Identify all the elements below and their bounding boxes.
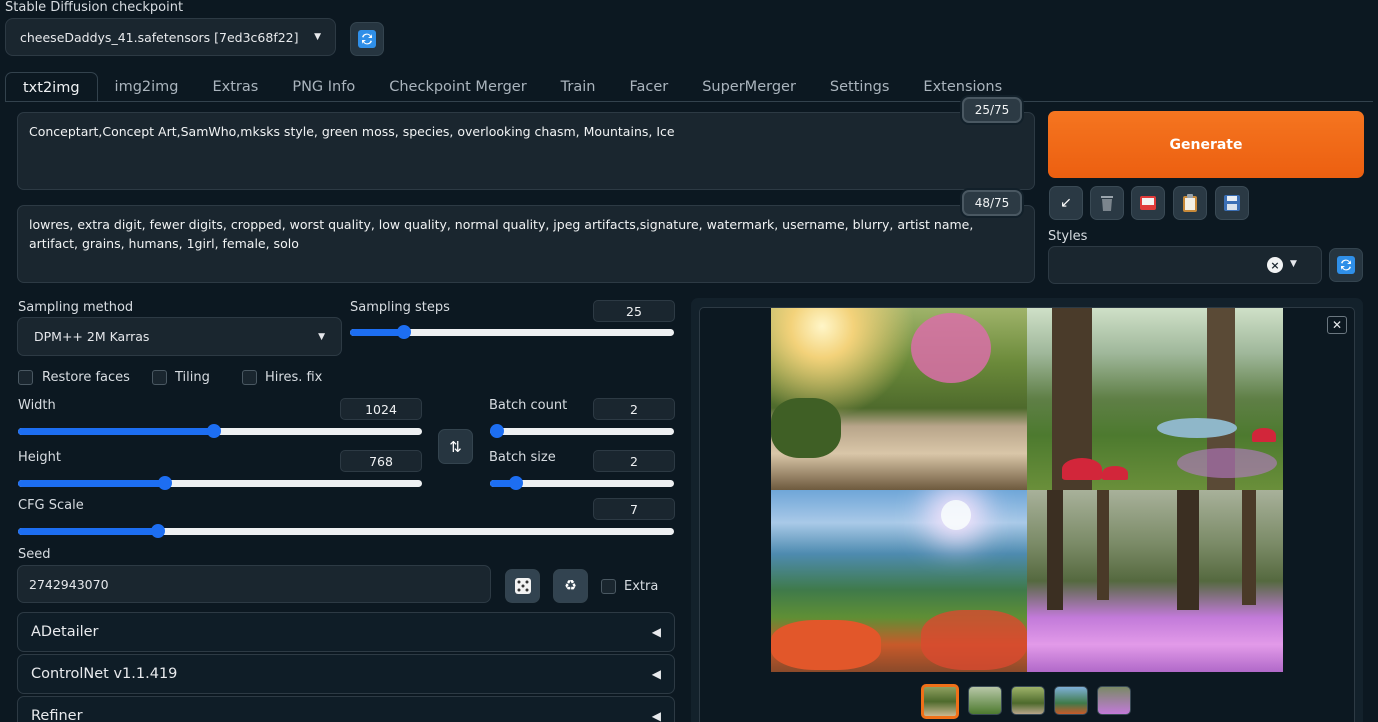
sampling-method-dropdown[interactable]: DPM++ 2M Karras ▼ xyxy=(17,317,342,356)
hires-fix-checkbox[interactable]: Hires. fix xyxy=(242,370,322,385)
cards-icon xyxy=(1140,196,1156,210)
tab-checkpoint-merger[interactable]: Checkpoint Merger xyxy=(372,72,543,102)
accordion-controlnet[interactable]: ControlNet v1.1.419 ◀ xyxy=(17,654,675,694)
trash-icon xyxy=(1101,196,1113,211)
extra-networks-button[interactable] xyxy=(1131,186,1165,220)
generate-button[interactable]: Generate xyxy=(1048,111,1364,178)
gallery-thumbnail[interactable] xyxy=(1097,686,1131,715)
batch-size-input[interactable]: 2 xyxy=(593,450,675,472)
accordion-refiner-label: Refiner xyxy=(31,708,83,722)
accordion-adetailer-label: ADetailer xyxy=(31,624,99,640)
tab-divider xyxy=(5,101,1373,102)
tab-png-info[interactable]: PNG Info xyxy=(275,72,372,102)
batch-count-slider[interactable] xyxy=(490,421,674,441)
accordion-adetailer[interactable]: ADetailer ◀ xyxy=(17,612,675,652)
tiling-checkbox[interactable]: Tiling xyxy=(152,370,210,385)
seed-input[interactable]: 2742943070 xyxy=(17,565,491,603)
reuse-seed-button[interactable]: ♻ xyxy=(553,569,588,603)
apply-style-button[interactable] xyxy=(1173,186,1207,220)
seed-label: Seed xyxy=(18,547,51,562)
cfg-scale-input[interactable]: 7 xyxy=(593,498,675,520)
gallery-image[interactable] xyxy=(1027,308,1283,490)
collapse-triangle-icon: ◀ xyxy=(651,667,661,681)
output-gallery: ✕ xyxy=(699,307,1355,722)
gallery-thumbnail[interactable] xyxy=(1054,686,1088,715)
height-label: Height xyxy=(18,450,61,465)
random-seed-button[interactable] xyxy=(505,569,540,603)
read-params-button[interactable]: ↙ xyxy=(1049,186,1083,220)
chevron-down-icon: ▼ xyxy=(318,331,325,342)
tab-train[interactable]: Train xyxy=(544,72,613,102)
floppy-disk-icon xyxy=(1224,195,1240,211)
sampling-steps-input[interactable]: 25 xyxy=(593,300,675,322)
arrow-down-left-icon: ↙ xyxy=(1060,195,1072,211)
checkpoint-label: Stable Diffusion checkpoint xyxy=(5,0,184,15)
clear-icon[interactable]: × xyxy=(1267,257,1283,273)
accordion-controlnet-label: ControlNet v1.1.419 xyxy=(31,666,178,682)
batch-count-label: Batch count xyxy=(489,398,568,413)
height-slider[interactable] xyxy=(18,473,422,493)
chevron-down-icon: ▼ xyxy=(314,32,321,42)
gallery-thumbnail[interactable] xyxy=(968,686,1002,715)
cfg-scale-label: CFG Scale xyxy=(18,498,84,513)
refresh-checkpoint-button[interactable] xyxy=(350,22,384,56)
tab-settings[interactable]: Settings xyxy=(813,72,906,102)
batch-count-input[interactable]: 2 xyxy=(593,398,675,420)
tab-img2img[interactable]: img2img xyxy=(98,72,196,102)
width-input[interactable]: 1024 xyxy=(340,398,422,420)
checkpoint-dropdown[interactable]: cheeseDaddys_41.safetensors [7ed3c68f22]… xyxy=(5,18,336,56)
width-label: Width xyxy=(18,398,56,413)
hires-fix-label: Hires. fix xyxy=(265,370,323,385)
recycle-icon: ♻ xyxy=(564,578,577,594)
clipboard-icon xyxy=(1183,194,1197,212)
close-icon[interactable]: ✕ xyxy=(1327,316,1347,334)
styles-label: Styles xyxy=(1048,229,1088,244)
sampling-steps-label: Sampling steps xyxy=(350,300,450,315)
prompt-textarea[interactable]: Conceptart,Concept Art,SamWho,mksks styl… xyxy=(17,112,1035,190)
negative-prompt-token-counter: 48/75 xyxy=(962,190,1022,216)
gallery-image[interactable] xyxy=(771,308,1027,490)
batch-size-label: Batch size xyxy=(489,450,556,465)
accordion-refiner[interactable]: Refiner ◀ xyxy=(17,696,675,722)
tab-extras[interactable]: Extras xyxy=(196,72,276,102)
save-style-button[interactable] xyxy=(1215,186,1249,220)
gallery-image[interactable] xyxy=(1027,490,1283,672)
collapse-triangle-icon: ◀ xyxy=(651,709,661,722)
clear-prompt-button[interactable] xyxy=(1090,186,1124,220)
collapse-triangle-icon: ◀ xyxy=(651,625,661,639)
sampling-method-value: DPM++ 2M Karras xyxy=(34,329,150,344)
refresh-styles-button[interactable] xyxy=(1329,248,1363,282)
sampling-method-label: Sampling method xyxy=(18,300,134,315)
cfg-scale-slider[interactable] xyxy=(18,521,674,541)
styles-dropdown[interactable]: × ▼ xyxy=(1048,246,1322,284)
gallery-image[interactable] xyxy=(771,490,1027,672)
width-slider[interactable] xyxy=(18,421,422,441)
restore-faces-checkbox[interactable]: Restore faces xyxy=(18,370,130,385)
restore-faces-label: Restore faces xyxy=(42,370,130,385)
gallery-thumbnail[interactable] xyxy=(1011,686,1045,715)
gallery-thumbnail-selected[interactable] xyxy=(921,684,959,719)
chevron-down-icon: ▼ xyxy=(1290,259,1297,269)
swap-vertical-icon: ⇅ xyxy=(449,437,462,456)
extra-label: Extra xyxy=(624,579,659,594)
checkpoint-value: cheeseDaddys_41.safetensors [7ed3c68f22] xyxy=(20,29,299,45)
tab-supermerger[interactable]: SuperMerger xyxy=(685,72,813,102)
dice-icon xyxy=(514,578,531,594)
height-input[interactable]: 768 xyxy=(340,450,422,472)
tab-txt2img[interactable]: txt2img xyxy=(5,72,98,102)
tab-bar: txt2img img2img Extras PNG Info Checkpoi… xyxy=(5,72,1019,102)
refresh-icon xyxy=(358,30,376,48)
swap-dimensions-button[interactable]: ⇅ xyxy=(438,429,473,464)
tiling-label: Tiling xyxy=(175,370,210,385)
negative-prompt-textarea[interactable]: lowres, extra digit, fewer digits, cropp… xyxy=(17,205,1035,283)
refresh-icon xyxy=(1337,256,1355,274)
batch-size-slider[interactable] xyxy=(490,473,674,493)
extra-seed-checkbox[interactable]: Extra xyxy=(601,579,658,594)
prompt-token-counter: 25/75 xyxy=(962,97,1022,123)
tab-facer[interactable]: Facer xyxy=(612,72,685,102)
sampling-steps-slider[interactable] xyxy=(350,322,674,342)
